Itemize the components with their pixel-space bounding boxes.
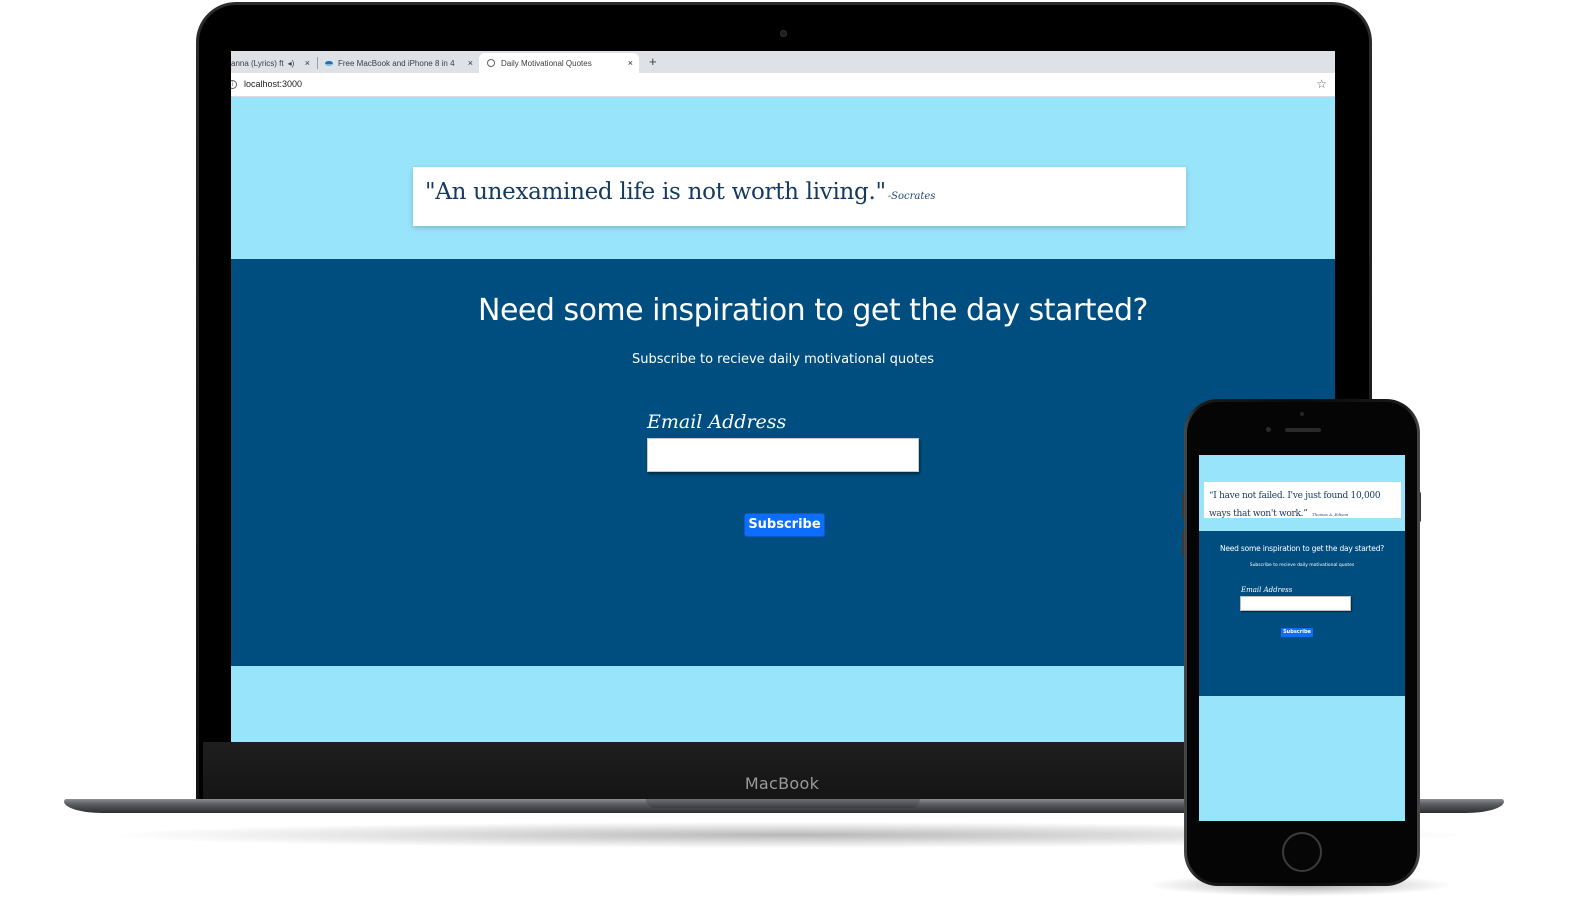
site-favicon-icon	[325, 60, 333, 66]
laptop-brand-label: MacBook	[744, 774, 820, 793]
mobile-quote-card: “I have not failed. I've just found 10,0…	[1204, 482, 1401, 519]
mobile-subscribe-section: Need some inspiration to get the day sta…	[1199, 531, 1405, 696]
tab-free-macbook[interactable]: Free MacBook and iPhone 8 in 4 ×	[319, 53, 479, 73]
info-icon[interactable]: i	[231, 80, 237, 89]
tab-bar: anna (Lyrics) ft ◂) × Free MacBook and i…	[231, 51, 1335, 73]
browser-window: anna (Lyrics) ft ◂) × Free MacBook and i…	[231, 51, 1335, 742]
tab-divider	[317, 57, 318, 69]
mobile-hero-subtitle: Subscribe to recieve daily motivational …	[1249, 563, 1355, 568]
close-icon[interactable]: ×	[468, 58, 473, 68]
bookmark-star-icon[interactable]: ☆	[1316, 77, 1327, 91]
email-field[interactable]	[647, 438, 919, 472]
mobile-subscribe-button[interactable]: Subscribe	[1281, 628, 1313, 637]
hero-subtitle: Subscribe to recieve daily motivational …	[631, 352, 934, 367]
laptop-camera	[780, 30, 787, 37]
mobile-email-label: Email Address	[1241, 586, 1293, 594]
tab-daily-motivational-quotes[interactable]: Daily Motivational Quotes ×	[479, 53, 639, 73]
quote-text: "An unexamined life is not worth living.…	[425, 179, 886, 205]
mobile-hero-title: Need some inspiration to get the day sta…	[1219, 544, 1385, 553]
mobile-quote-text: “I have not failed. I've just found 10,0…	[1209, 491, 1381, 519]
close-icon[interactable]: ×	[305, 58, 310, 68]
laptop-base-notch	[646, 799, 920, 808]
phone-speaker	[1285, 428, 1321, 432]
quote-card: "An unexamined life is not worth living.…	[413, 167, 1186, 226]
close-icon[interactable]: ×	[628, 58, 633, 68]
url-text[interactable]: localhost:3000	[244, 79, 302, 89]
phone-sensor	[1300, 412, 1304, 416]
hero-title: Need some inspiration to get the day sta…	[478, 293, 1148, 328]
tab-lyrics[interactable]: anna (Lyrics) ft ◂) ×	[231, 53, 316, 73]
mobile-quote-author: Thomas A. Edison	[1311, 512, 1349, 517]
tab-active-title: Daily Motivational Quotes	[501, 58, 592, 68]
email-label: Email Address	[647, 411, 787, 433]
globe-icon	[487, 59, 495, 67]
mobile-screen: “I have not failed. I've just found 10,0…	[1199, 455, 1405, 821]
tab-lyrics-title: anna (Lyrics) ft	[231, 58, 284, 68]
device-mockup: MacBook anna (Lyrics) ft ◂) × Free MacBo…	[0, 0, 1584, 908]
tab-free-macbook-title: Free MacBook and iPhone 8 in 4	[338, 58, 455, 68]
phone-camera	[1266, 427, 1271, 432]
speaker-icon[interactable]: ◂)	[288, 59, 295, 68]
mobile-email-field[interactable]	[1240, 596, 1351, 611]
subscribe-button[interactable]: Subscribe	[744, 513, 825, 537]
quote-author: -Socrates	[887, 191, 936, 202]
new-tab-button[interactable]: +	[649, 54, 657, 70]
subscribe-section: Need some inspiration to get the day sta…	[231, 259, 1335, 666]
phone-home-button	[1282, 832, 1322, 872]
address-bar[interactable]: i localhost:3000 ☆	[231, 73, 1335, 97]
